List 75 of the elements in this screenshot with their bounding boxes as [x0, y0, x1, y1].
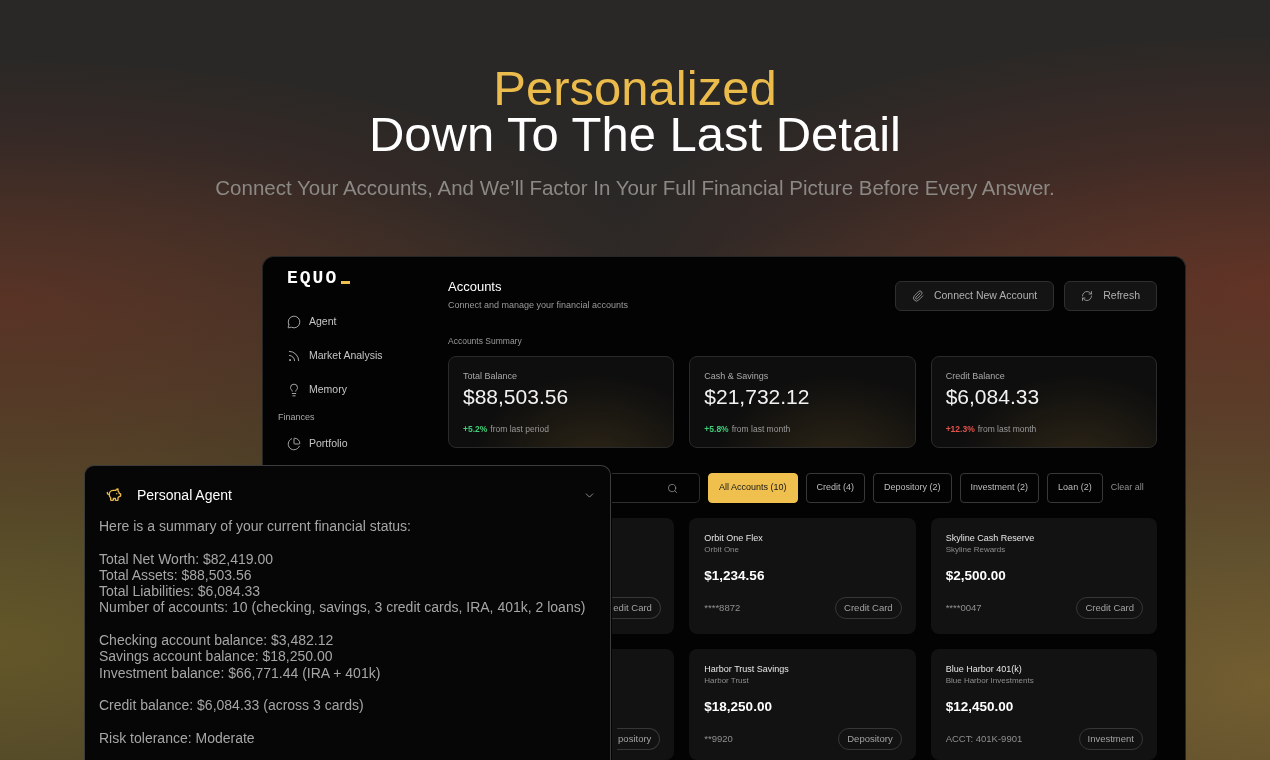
message-line: Investment balance: $66,771.44 (IRA + 401k)	[99, 664, 381, 681]
account-balance: $2,500.00	[945, 568, 1006, 584]
account-number: ****0047	[945, 600, 982, 615]
account-card[interactable]: pository	[612, 649, 675, 760]
connect-account-button[interactable]: Connect New Account	[894, 281, 1055, 311]
change-percent: +12.3%	[945, 423, 975, 435]
pie-chart-icon	[287, 437, 301, 451]
filter-chip[interactable]: Investment (2)	[959, 473, 1040, 503]
agent-title: Personal Agent	[137, 487, 232, 503]
change-note: from last period	[490, 423, 549, 435]
message-line: Savings account balance: $18,250.00	[99, 648, 333, 665]
account-card[interactable]: Skyline Cash Reserve Skyline Rewards $2,500.00 ****0047 Credit Card	[930, 518, 1157, 634]
summary-label: Cash & Savings	[704, 370, 769, 382]
filter-chip[interactable]: Loan (2)	[1047, 473, 1103, 503]
account-number: ACCT: 401K-9901	[945, 731, 1023, 746]
rss-icon	[287, 349, 301, 363]
account-institution: Blue Harbor Investments	[945, 676, 1034, 686]
summary-label: Total Balance	[463, 370, 518, 382]
account-number: **9920	[704, 731, 733, 746]
page-subtitle: Connect and manage your financial accounts	[448, 299, 629, 311]
nav-item[interactable]: Memory	[278, 373, 347, 407]
refresh-icon	[1081, 290, 1094, 302]
message-line: Total Assets: $88,503.56	[99, 566, 252, 584]
nav-item[interactable]: Market Analysis	[278, 339, 383, 373]
message-line: Credit balance: $6,084.33 (across 3 cards)	[99, 697, 364, 714]
search-field[interactable]	[612, 473, 700, 503]
cursor-icon	[341, 281, 351, 284]
section-heading: Accounts Summary	[448, 335, 522, 347]
account-name: Blue Harbor 401(k)	[945, 663, 1022, 675]
account-balance: $1,234.56	[704, 568, 765, 584]
change-note: from last month	[977, 423, 1037, 435]
chat-bubble-icon	[287, 315, 301, 329]
change-percent: +5.2%	[463, 423, 488, 435]
message-line: Number of accounts: 10 (checking, savings, 3 credit cards, IRA, 401k, 2 loans)	[99, 599, 586, 616]
account-number: ****8872	[704, 600, 741, 615]
account-balance: $18,250.00	[704, 699, 772, 715]
summary-label: Credit Balance	[945, 370, 1005, 382]
summary-value: $6,084.33	[945, 385, 1040, 409]
paperclip-icon	[911, 290, 924, 302]
piggy-bank-icon	[106, 487, 122, 503]
nav-item[interactable]: Portfolio	[278, 427, 348, 461]
account-institution: Skyline Rewards	[945, 545, 1006, 555]
lightbulb-icon	[287, 383, 301, 397]
change-note: from last month	[731, 423, 791, 435]
message-line: Total Liabilities: $6,084.33	[99, 583, 261, 600]
section-heading: Finances	[278, 411, 315, 425]
account-institution: Harbor Trust	[704, 676, 749, 686]
account-institution: Orbit One	[704, 545, 739, 555]
account-card[interactable]: Harbor Trust Savings Harbor Trust $18,250.00 **9920 Depository	[689, 649, 916, 760]
headline-accent: Personalized	[493, 65, 777, 111]
refresh-button[interactable]: Refresh	[1064, 281, 1157, 311]
filter-chip[interactable]: All Accounts (10)	[708, 473, 798, 503]
subheadline: Connect Your Accounts, And We’ll Factor In Your Full Financial Picture Before Every Answer.	[215, 176, 1055, 200]
account-name: Orbit One Flex	[704, 532, 763, 544]
summary-value: $21,732.12	[704, 385, 810, 409]
message-line: Risk tolerance: Moderate	[99, 729, 255, 747]
nav-item[interactable]: Agent	[278, 305, 337, 339]
page-title: Accounts	[448, 279, 502, 295]
search-icon	[667, 482, 678, 494]
account-card[interactable]: edit Card	[612, 518, 675, 634]
account-card[interactable]: Orbit One Flex Orbit One $1,234.56 ****8872 Credit Card	[689, 518, 916, 634]
message-line: Total Net Worth: $82,419.00	[99, 550, 274, 567]
message-line: Here is a summary of your current financial status:	[99, 518, 411, 535]
headline: Down To The Last Detail	[368, 111, 901, 157]
message-line: Checking account balance: $3,482.12	[99, 632, 334, 649]
account-balance: $12,450.00	[945, 699, 1014, 715]
filter-chip[interactable]: Depository (2)	[873, 473, 952, 503]
account-name: Harbor Trust Savings	[704, 663, 789, 675]
filter-chip[interactable]: Credit (4)	[805, 473, 866, 503]
account-card[interactable]: Blue Harbor 401(k) Blue Harbor Investments $12,450.00 ACCT: 401K-9901 Investment	[930, 649, 1157, 760]
clear-all-link[interactable]: Clear all	[1110, 481, 1144, 495]
logo: EQUO	[287, 268, 339, 288]
summary-value: $88,503.56	[463, 385, 569, 409]
change-percent: +5.8%	[704, 423, 729, 435]
account-name: Skyline Cash Reserve	[945, 532, 1035, 544]
